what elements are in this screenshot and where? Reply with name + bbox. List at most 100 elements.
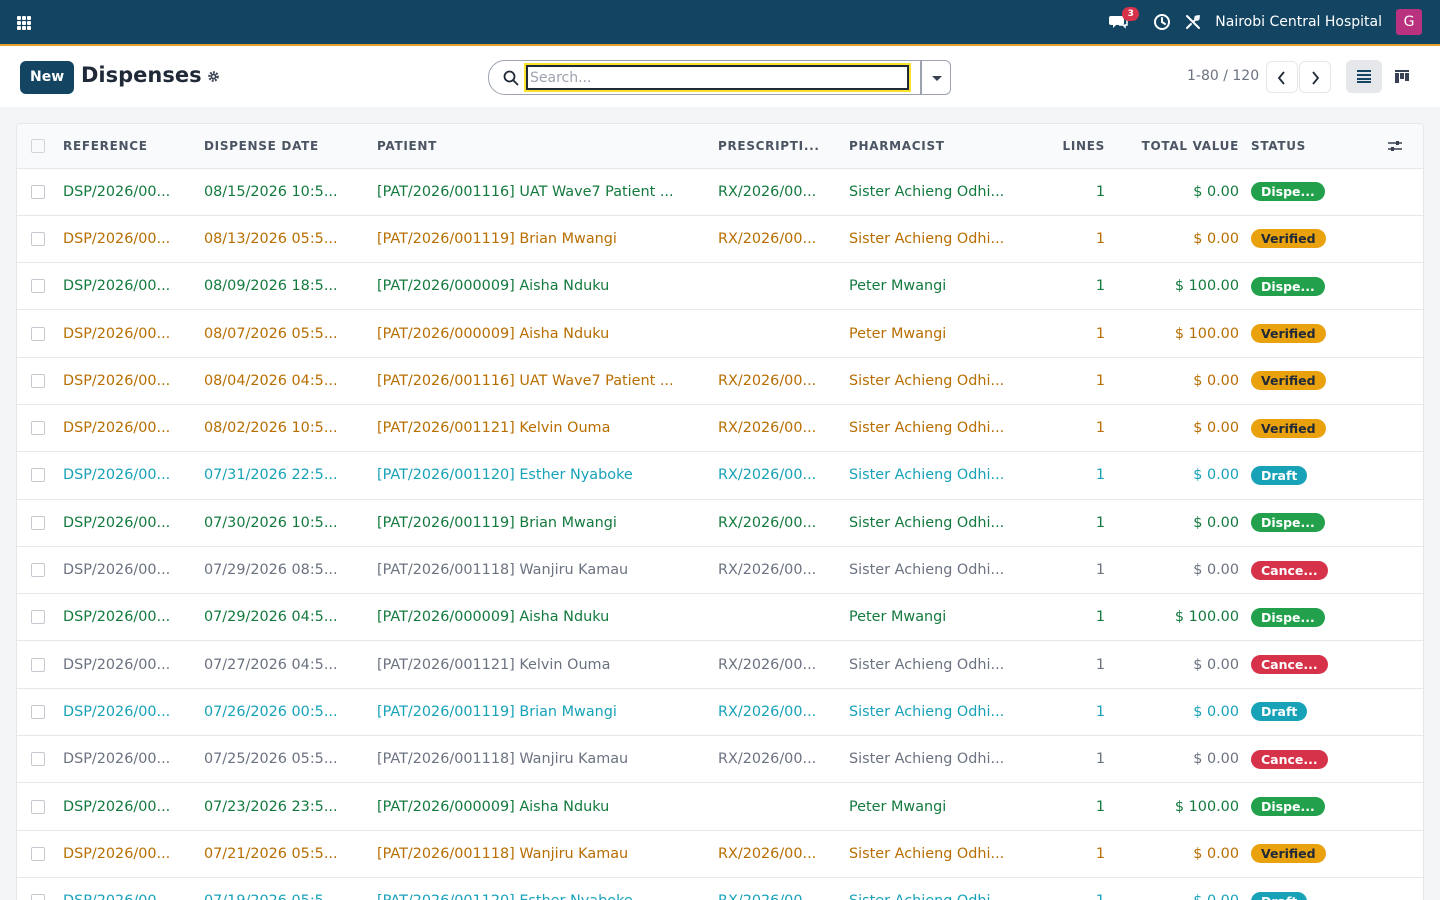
cell-pharmacist[interactable]: Peter Mwangi <box>849 593 1049 642</box>
row-checkbox[interactable] <box>31 184 45 199</box>
new-button[interactable]: New <box>20 61 75 94</box>
cell-prescription[interactable] <box>718 593 849 642</box>
cell-total-value[interactable]: $ 0.00 <box>1117 688 1251 737</box>
pager-previous-button[interactable] <box>1266 61 1298 93</box>
cell-dispense-date[interactable]: 07/23/2026 23:5... <box>204 782 377 831</box>
cell-lines[interactable]: 1 <box>1049 546 1117 595</box>
table-row[interactable]: DSP/2026/00... 08/13/2026 05:5... [PAT/202… <box>17 215 1423 264</box>
cell-total-value[interactable]: $ 100.00 <box>1117 309 1251 358</box>
cell-reference[interactable]: DSP/2026/00... <box>63 262 204 311</box>
cell-pharmacist[interactable]: Sister Achieng Odhi... <box>849 640 1049 689</box>
cell-total-value[interactable]: $ 0.00 <box>1117 499 1251 547</box>
table-row[interactable]: DSP/2026/00... 07/30/2026 10:5... [PAT/202… <box>17 499 1423 547</box>
cell-status[interactable]: Dispe... <box>1251 593 1373 642</box>
cell-patient[interactable]: [PAT/2026/001116] UAT Wave7 Patient ... <box>377 168 718 216</box>
row-checkbox[interactable] <box>31 610 45 625</box>
cell-reference[interactable]: DSP/2026/00... <box>63 357 204 405</box>
cell-lines[interactable]: 1 <box>1049 735 1117 784</box>
cell-patient[interactable]: [PAT/2026/001120] Esther Nyaboke <box>377 877 718 900</box>
company-name[interactable]: Nairobi Central Hospital <box>1215 14 1382 30</box>
cell-total-value[interactable]: $ 100.00 <box>1117 593 1251 642</box>
cell-reference[interactable]: DSP/2026/00... <box>63 168 204 216</box>
cell-reference[interactable]: DSP/2026/00... <box>63 688 204 737</box>
cell-pharmacist[interactable]: Sister Achieng Odhi... <box>849 688 1049 737</box>
search-input[interactable] <box>524 63 911 92</box>
cell-lines[interactable]: 1 <box>1049 451 1117 500</box>
cell-lines[interactable]: 1 <box>1049 357 1117 405</box>
cell-prescription[interactable]: RX/2026/00... <box>718 830 849 878</box>
cell-lines[interactable]: 1 <box>1049 593 1117 642</box>
cell-dispense-date[interactable]: 07/21/2026 05:5... <box>204 830 377 878</box>
row-checkbox[interactable] <box>31 468 45 483</box>
row-checkbox-cell[interactable] <box>17 735 63 784</box>
row-checkbox-cell[interactable] <box>17 499 63 547</box>
cell-patient[interactable]: [PAT/2026/001121] Kelvin Ouma <box>377 640 718 689</box>
cell-pharmacist[interactable]: Peter Mwangi <box>849 262 1049 311</box>
cell-lines[interactable]: 1 <box>1049 640 1117 689</box>
cell-pharmacist[interactable]: Sister Achieng Odhi... <box>849 357 1049 405</box>
cell-reference[interactable]: DSP/2026/00... <box>63 546 204 595</box>
cell-pharmacist[interactable]: Peter Mwangi <box>849 309 1049 358</box>
cell-patient[interactable]: [PAT/2026/001118] Wanjiru Kamau <box>377 546 718 595</box>
cell-pharmacist[interactable]: Sister Achieng Odhi... <box>849 168 1049 216</box>
column-reference[interactable]: REFERENCE <box>63 124 204 169</box>
cell-status[interactable]: Verified <box>1251 404 1373 453</box>
row-checkbox[interactable] <box>31 799 45 814</box>
cell-patient[interactable]: [PAT/2026/000009] Aisha Nduku <box>377 309 718 358</box>
cell-pharmacist[interactable]: Sister Achieng Odhi... <box>849 215 1049 264</box>
row-checkbox-cell[interactable] <box>17 451 63 500</box>
cell-prescription[interactable] <box>718 262 849 311</box>
cell-pharmacist[interactable]: Sister Achieng Odhi... <box>849 830 1049 878</box>
cell-dispense-date[interactable]: 07/25/2026 05:5... <box>204 735 377 784</box>
cell-patient[interactable]: [PAT/2026/001120] Esther Nyaboke <box>377 451 718 500</box>
cell-lines[interactable]: 1 <box>1049 404 1117 453</box>
cell-prescription[interactable]: RX/2026/00... <box>718 688 849 737</box>
table-row[interactable]: DSP/2026/00... 07/29/2026 04:5... [PAT/202… <box>17 593 1423 642</box>
cell-dispense-date[interactable]: 08/15/2026 10:5... <box>204 168 377 216</box>
cell-reference[interactable]: DSP/2026/00... <box>63 640 204 689</box>
cell-dispense-date[interactable]: 07/31/2026 22:5... <box>204 451 377 500</box>
cell-reference[interactable]: DSP/2026/00... <box>63 215 204 264</box>
row-checkbox-cell[interactable] <box>17 168 63 216</box>
row-checkbox-cell[interactable] <box>17 357 63 405</box>
cell-dispense-date[interactable]: 07/27/2026 04:5... <box>204 640 377 689</box>
cell-lines[interactable]: 1 <box>1049 877 1117 900</box>
row-checkbox-cell[interactable] <box>17 262 63 311</box>
cell-status[interactable]: Verified <box>1251 830 1373 878</box>
table-row[interactable]: DSP/2026/00... 08/02/2026 10:5... [PAT/202… <box>17 404 1423 453</box>
clock-icon[interactable] <box>1153 13 1171 31</box>
select-all-checkbox[interactable] <box>31 139 45 153</box>
cell-dispense-date[interactable]: 07/29/2026 08:5... <box>204 546 377 595</box>
cell-prescription[interactable]: RX/2026/00... <box>718 215 849 264</box>
cell-prescription[interactable]: RX/2026/00... <box>718 499 849 547</box>
apps-menu-icon[interactable] <box>17 16 31 30</box>
cell-total-value[interactable]: $ 0.00 <box>1117 877 1251 900</box>
cell-dispense-date[interactable]: 07/30/2026 10:5... <box>204 499 377 547</box>
cell-patient[interactable]: [PAT/2026/001119] Brian Mwangi <box>377 499 718 547</box>
cell-total-value[interactable]: $ 0.00 <box>1117 357 1251 405</box>
gear-icon[interactable] <box>207 70 220 83</box>
cell-prescription[interactable]: RX/2026/00... <box>718 451 849 500</box>
table-row[interactable]: DSP/2026/00... 07/29/2026 08:5... [PAT/202… <box>17 546 1423 595</box>
cell-status[interactable]: Verified <box>1251 215 1373 264</box>
cell-status[interactable]: Draft <box>1251 877 1373 900</box>
row-checkbox-cell[interactable] <box>17 309 63 358</box>
cell-prescription[interactable]: RX/2026/00... <box>718 877 849 900</box>
cell-dispense-date[interactable]: 08/09/2026 18:5... <box>204 262 377 311</box>
table-row[interactable]: DSP/2026/00... 07/31/2026 22:5... [PAT/202… <box>17 451 1423 500</box>
cell-total-value[interactable]: $ 0.00 <box>1117 451 1251 500</box>
table-row[interactable]: DSP/2026/00... 08/15/2026 10:5... [PAT/202… <box>17 168 1423 216</box>
cell-status[interactable]: Cance... <box>1251 640 1373 689</box>
table-row[interactable]: DSP/2026/00... 07/27/2026 04:5... [PAT/202… <box>17 640 1423 689</box>
table-row[interactable]: DSP/2026/00... 07/26/2026 00:5... [PAT/202… <box>17 688 1423 737</box>
cell-total-value[interactable]: $ 0.00 <box>1117 640 1251 689</box>
cell-prescription[interactable]: RX/2026/00... <box>718 546 849 595</box>
cell-status[interactable]: Cance... <box>1251 735 1373 784</box>
table-row[interactable]: DSP/2026/00... 07/25/2026 05:5... [PAT/202… <box>17 735 1423 784</box>
search-options-toggle[interactable] <box>921 60 951 95</box>
cell-lines[interactable]: 1 <box>1049 168 1117 216</box>
cell-status[interactable]: Cance... <box>1251 546 1373 595</box>
cell-total-value[interactable]: $ 100.00 <box>1117 262 1251 311</box>
row-checkbox-cell[interactable] <box>17 782 63 831</box>
cell-patient[interactable]: [PAT/2026/000009] Aisha Nduku <box>377 262 718 311</box>
